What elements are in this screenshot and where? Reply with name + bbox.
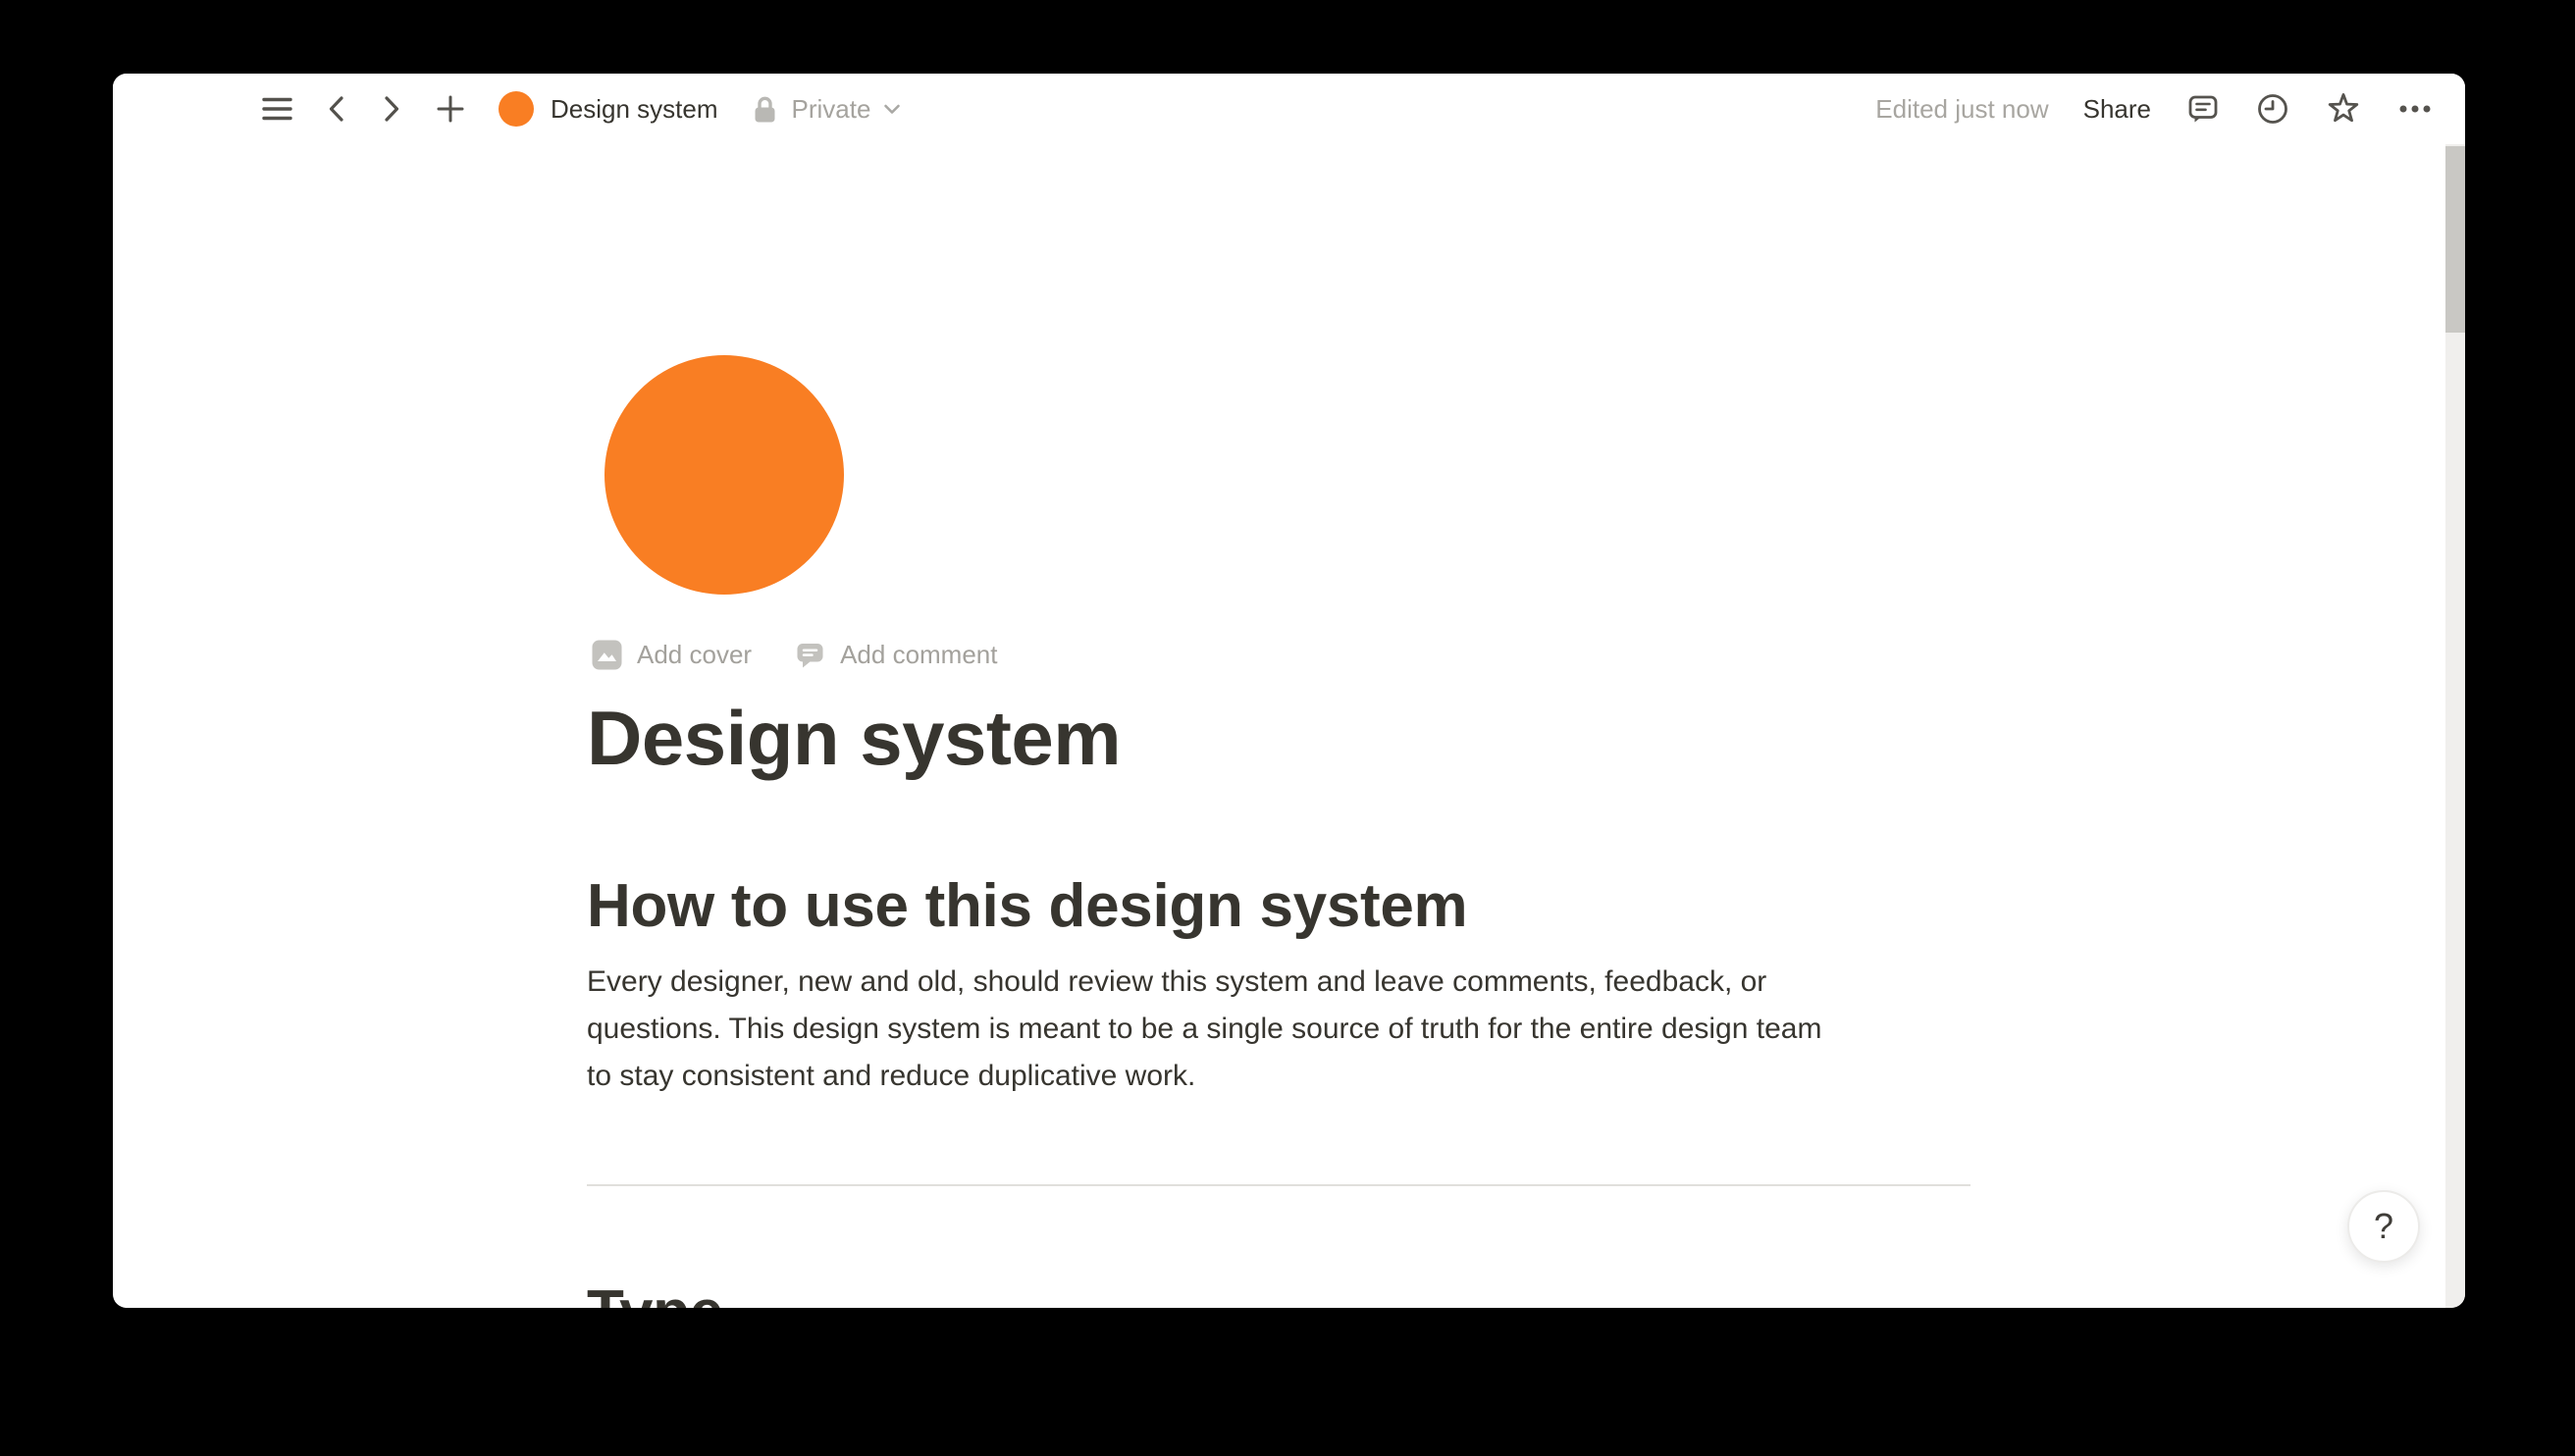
- help-button[interactable]: ?: [2347, 1190, 2420, 1263]
- page-icon[interactable]: [604, 355, 844, 595]
- new-page-button[interactable]: [436, 94, 465, 124]
- comments-button[interactable]: [2185, 91, 2221, 127]
- share-button[interactable]: Share: [2083, 94, 2151, 125]
- section-heading-type[interactable]: Type: [587, 1274, 1971, 1308]
- page-dot-icon: [499, 91, 534, 127]
- sidebar-menu-button[interactable]: [262, 96, 292, 122]
- topbar: Design system Private Edited just now Sh…: [113, 74, 2465, 144]
- paragraph-line: questions. This design system is meant t…: [587, 1013, 1822, 1045]
- updates-button[interactable]: [2255, 91, 2290, 127]
- star-icon: [2325, 90, 2362, 128]
- menu-icon: [262, 96, 292, 122]
- paragraph-line: Every designer, new and old, should revi…: [587, 965, 1767, 998]
- privacy-selector[interactable]: Private: [753, 94, 902, 125]
- lock-icon: [753, 94, 777, 125]
- breadcrumb-page[interactable]: Design system: [499, 91, 718, 127]
- clock-icon: [2255, 91, 2290, 127]
- forward-button[interactable]: [381, 94, 402, 124]
- ellipsis-icon: [2396, 91, 2434, 127]
- add-cover-button[interactable]: Add cover: [592, 640, 752, 670]
- chevron-down-icon: [883, 103, 901, 115]
- more-options-button[interactable]: [2396, 91, 2434, 127]
- image-icon: [592, 640, 622, 670]
- section-paragraph[interactable]: Every designer, new and old, should revi…: [587, 959, 1971, 1100]
- chevron-right-icon: [381, 94, 402, 124]
- divider: [587, 1184, 1971, 1186]
- back-button[interactable]: [326, 94, 347, 124]
- notion-window: Design system Private Edited just now Sh…: [113, 74, 2465, 1308]
- add-comment-label: Add comment: [840, 640, 998, 669]
- paragraph-line: to stay consistent and reduce duplicativ…: [587, 1060, 1196, 1092]
- privacy-label: Private: [791, 93, 871, 124]
- topbar-left-group: Design system Private: [262, 91, 901, 127]
- add-comment-button[interactable]: Add comment: [795, 640, 997, 670]
- page-content: Add cover Add comment Design system How …: [587, 144, 1971, 1308]
- add-cover-label: Add cover: [637, 640, 753, 669]
- breadcrumb-page-title: Design system: [551, 93, 718, 124]
- scrollbar-track[interactable]: [2445, 144, 2465, 1308]
- favorite-button[interactable]: [2325, 90, 2362, 128]
- edited-status: Edited just now: [1875, 93, 2049, 124]
- comment-filled-icon: [795, 640, 825, 670]
- scrollbar-thumb[interactable]: [2445, 146, 2465, 333]
- plus-icon: [436, 94, 465, 124]
- desktop-background: Design system Private Edited just now Sh…: [0, 0, 2575, 1456]
- page-title[interactable]: Design system: [587, 692, 1971, 784]
- page-action-row: Add cover Add comment: [592, 640, 1971, 670]
- section-heading-how-to-use[interactable]: How to use this design system: [587, 868, 1971, 945]
- topbar-right-group: Edited just now Share: [1875, 90, 2434, 128]
- comment-icon: [2185, 91, 2221, 127]
- page-scroll-area: Add cover Add comment Design system How …: [113, 144, 2465, 1308]
- chevron-left-icon: [326, 94, 347, 124]
